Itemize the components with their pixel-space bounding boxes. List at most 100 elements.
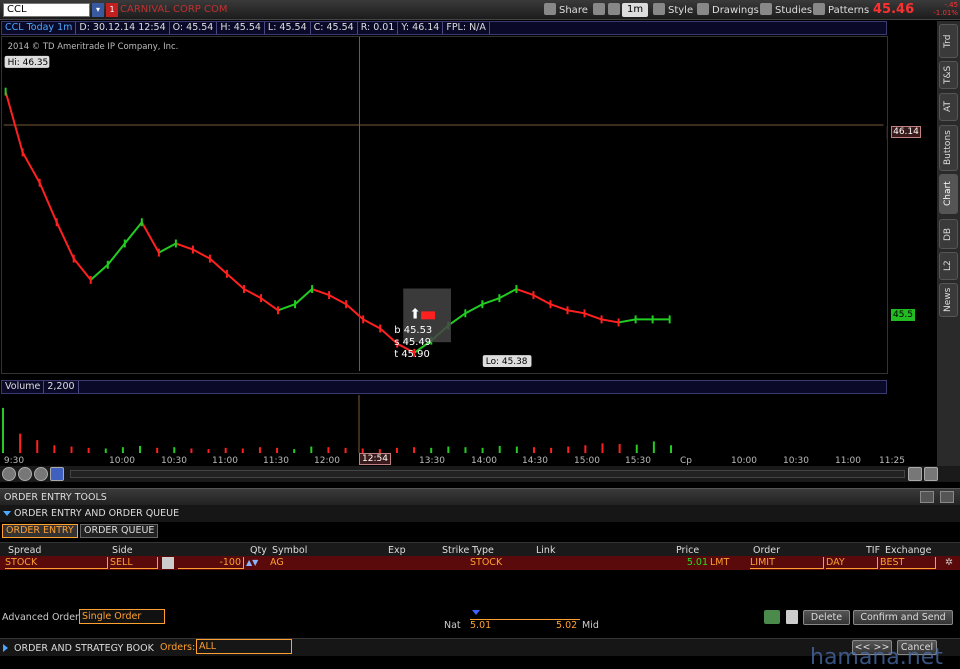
col-symbol: Symbol (272, 545, 308, 556)
order-queue-header[interactable]: ORDER ENTRY AND ORDER QUEUE (0, 505, 960, 522)
scroll-left-icon[interactable] (908, 467, 922, 481)
link-icon[interactable]: 1 (106, 3, 118, 17)
calculator-icon[interactable] (162, 557, 174, 569)
price-point (157, 248, 160, 257)
price-tick-label: 45.6 (887, 285, 888, 295)
close-icon[interactable] (940, 491, 954, 503)
style-button[interactable]: Style (650, 3, 696, 17)
side-tab-db[interactable]: DB (939, 219, 958, 249)
crosshair-price-label-text: 46.14 (891, 126, 921, 138)
time-tick-label: 15:30 (625, 456, 651, 466)
order-queue-title: ORDER ENTRY AND ORDER QUEUE (14, 508, 180, 519)
price-segment (4, 91, 24, 153)
info-close: C: 45.54 (311, 22, 358, 34)
style-icon (653, 3, 665, 15)
col-side: Side (112, 545, 133, 556)
price-segment (38, 182, 58, 223)
symbol-input[interactable]: CCL (3, 3, 90, 17)
patterns-button[interactable]: Patterns (810, 3, 872, 17)
fit-icon[interactable] (50, 467, 64, 481)
side-tab-at[interactable]: AT (939, 93, 958, 121)
side-tab-ts[interactable]: T&S (939, 61, 958, 89)
side-tab-news[interactable]: News (939, 283, 958, 317)
price-tick-label: 46 (887, 164, 888, 174)
price-point (532, 291, 535, 300)
current-price-label: 45.5 (891, 309, 915, 321)
price-tick-label: 46.2 (887, 103, 888, 113)
order-type-select[interactable]: LIMIT (750, 557, 824, 569)
cart-icon[interactable] (764, 610, 780, 624)
share-button[interactable]: Share (541, 3, 591, 17)
type-value: STOCK (470, 557, 503, 568)
price-point (72, 254, 75, 263)
spread-select[interactable]: STOCK (5, 557, 108, 569)
price-point (225, 269, 228, 278)
price-input[interactable]: 5.01 (680, 557, 708, 569)
zoom-in-icon[interactable] (2, 467, 16, 481)
qty-stepper-icon[interactable]: ▲▼ (246, 557, 268, 569)
exchange-select[interactable]: BEST (880, 557, 936, 569)
expand-icon[interactable] (3, 644, 8, 652)
price-tick-label: 45.4 (887, 346, 888, 356)
chart-scrollbar[interactable] (70, 470, 905, 478)
info-range: R: 0.01 (358, 22, 399, 34)
price-segment (601, 318, 619, 324)
price-type[interactable]: LMT (710, 557, 740, 569)
tools-button[interactable] (590, 3, 626, 17)
side-tab-trd[interactable]: Trd (939, 24, 958, 58)
advanced-order-select[interactable]: Single Order (79, 609, 165, 624)
price-tick-label: 46.1 (887, 133, 888, 143)
info-open: O: 45.54 (170, 22, 218, 34)
delete-button[interactable]: Delete (803, 610, 850, 625)
scroll-right-icon[interactable] (924, 467, 938, 481)
side-tab-chart[interactable]: Chart (939, 174, 958, 214)
price-point (668, 315, 671, 324)
info-y: Y: 46.14 (398, 22, 444, 34)
order-entry-tools-header[interactable]: ORDER ENTRY TOOLS (0, 488, 960, 505)
symbol-dropdown-icon[interactable]: ▾ (92, 3, 104, 17)
side-select[interactable]: SELL (110, 557, 158, 569)
side-tab-l2[interactable]: L2 (939, 252, 958, 280)
price-point (345, 300, 348, 309)
orders-filter-select[interactable]: ALL (196, 639, 292, 654)
price-segment (158, 242, 177, 254)
tab-order-queue[interactable]: ORDER QUEUE (80, 524, 159, 538)
price-segment (482, 297, 500, 306)
price-point (38, 178, 41, 187)
price-point (583, 309, 586, 318)
interval-button[interactable]: 1m (622, 3, 649, 17)
time-tick-label: 11:00 (212, 456, 238, 466)
price-point (260, 294, 263, 303)
side-tab-buttons[interactable]: Buttons (939, 125, 958, 171)
price-segment (516, 288, 534, 297)
strategy-book-title: ORDER AND STRATEGY BOOK (14, 643, 154, 654)
price-point (498, 294, 501, 303)
tif-select[interactable]: DAY (826, 557, 878, 569)
settings-icon[interactable]: ✲ (945, 557, 955, 569)
crosshair-price-label (886, 125, 887, 139)
price-slider-marker[interactable] (472, 610, 480, 615)
camera-icon[interactable] (920, 491, 934, 503)
col-link: Link (536, 545, 556, 556)
volume-chart[interactable]: 75,00050,00025,000 (1, 395, 888, 453)
price-point (549, 300, 552, 309)
pencil-icon (697, 3, 709, 15)
studies-button[interactable]: Studies (757, 3, 815, 17)
clipboard-icon[interactable] (786, 610, 798, 624)
drawings-button[interactable]: Drawings (694, 3, 762, 17)
zoom-out-icon[interactable] (18, 467, 32, 481)
price-segment (362, 318, 381, 330)
time-tick-label: 13:30 (419, 456, 445, 466)
chart-info-bar: CCL Today 1m D: 30.12.14 12:54 O: 45.54 … (1, 21, 887, 35)
time-axis: 9:3010:0010:3011:0011:3012:0012:3013:301… (4, 456, 905, 466)
price-segment (21, 151, 41, 184)
price-chart[interactable]: 46.4 46.3 46.2 46.1 46 45.9 45.8 45.7 45.6 45.5 45… (1, 36, 888, 374)
order-row[interactable]: STOCK SELL -100 ▲▼ AG STOCK 5.01 LMT LIM… (0, 556, 960, 570)
price-point (191, 245, 194, 254)
tab-order-entry[interactable]: ORDER ENTRY (2, 524, 78, 538)
collapse-icon[interactable] (3, 511, 11, 516)
confirm-send-button[interactable]: Confirm and Send (853, 610, 953, 625)
qty-input[interactable]: -100 (178, 557, 244, 569)
price-tick-label: 45.5 (887, 315, 888, 325)
magnify-icon[interactable] (34, 467, 48, 481)
